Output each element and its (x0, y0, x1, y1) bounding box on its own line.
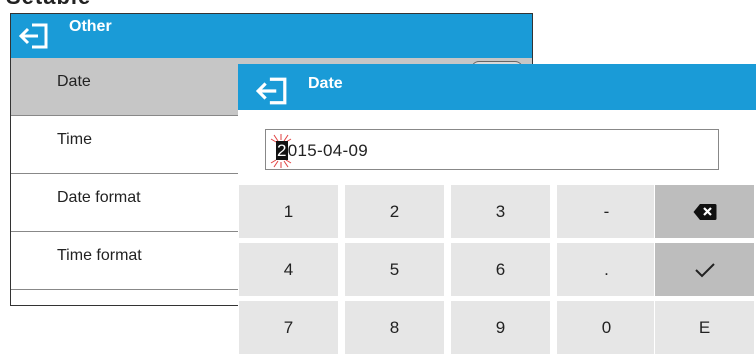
key-1[interactable]: 1 (238, 184, 339, 239)
backspace-button[interactable] (654, 184, 755, 239)
menu-item-label: Date (57, 73, 91, 90)
date-input[interactable]: 2015-04-09 (265, 129, 719, 170)
key-5[interactable]: 5 (344, 242, 445, 297)
date-value: 2015-04-09 (276, 141, 368, 161)
exit-arrow-icon[interactable] (256, 76, 288, 106)
dialog-header: Date (238, 64, 756, 110)
key-7[interactable]: 7 (238, 300, 339, 355)
key-3[interactable]: 3 (450, 184, 551, 239)
checkmark-icon (694, 262, 715, 277)
clipped-top-text: Setable (6, 0, 91, 10)
dialog-title: Date (308, 75, 343, 92)
enter-button[interactable] (654, 242, 755, 297)
menu-item-label: Date format (57, 189, 141, 206)
window-header: Other (11, 14, 532, 58)
window-title: Other (69, 18, 112, 35)
key-6[interactable]: 6 (450, 242, 551, 297)
key-0[interactable]: 0 (556, 300, 657, 355)
key-2[interactable]: 2 (344, 184, 445, 239)
key-dash[interactable]: - (556, 184, 657, 239)
key-e[interactable]: E (654, 300, 755, 355)
backspace-icon (693, 203, 716, 220)
value-rest: 015-04-09 (287, 141, 368, 160)
cursor-char: 2 (276, 141, 288, 160)
date-dialog: Date 2015-04-09 1 2 3 - 4 5 6 . 7 8 9 0 … (238, 64, 756, 358)
key-9[interactable]: 9 (450, 300, 551, 355)
key-8[interactable]: 8 (344, 300, 445, 355)
menu-item-label: Time (57, 131, 92, 148)
key-4[interactable]: 4 (238, 242, 339, 297)
exit-arrow-icon[interactable] (19, 22, 49, 50)
key-dot[interactable]: . (556, 242, 657, 297)
menu-item-label: Time format (57, 247, 142, 264)
